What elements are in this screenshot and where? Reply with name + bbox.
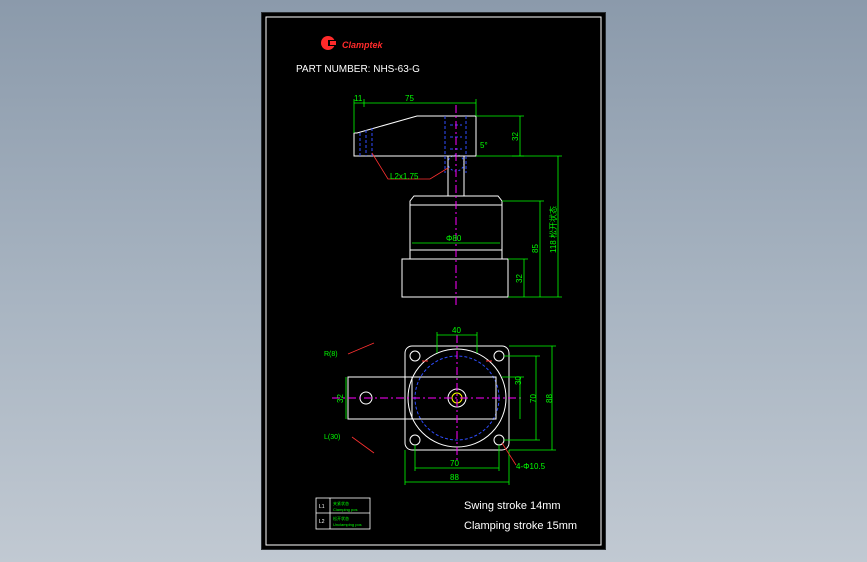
legend-code: L2 — [319, 519, 325, 525]
part-number: PART NUMBER: NHS-63-G — [296, 64, 420, 75]
brand-logo: Clamptek — [321, 36, 384, 50]
drawing-sheet: Clamptek PART NUMBER: NHS-63-G 11 75 32 … — [262, 13, 605, 549]
dim-arm-width: 32 — [336, 394, 345, 403]
legend-line2: Unclamping pos — [333, 522, 362, 527]
dim-bottom-inner: 70 — [450, 459, 459, 468]
dim-outer-v: 88 — [545, 394, 554, 403]
holes-callout: 4-Φ10.5 — [516, 462, 546, 471]
mount-hole — [409, 434, 421, 446]
dim-arm-height: 32 — [511, 132, 520, 141]
sheet-border — [265, 16, 602, 546]
dim-total: 118 松开状态 — [548, 206, 558, 253]
cad-viewport[interactable]: Clamptek PART NUMBER: NHS-63-G 11 75 32 … — [0, 0, 867, 562]
dim-top-a: 11 — [354, 94, 363, 103]
radius-upper: R(8) — [324, 351, 338, 358]
angle-label: 5° — [480, 141, 488, 150]
dim-hole-b: 70 — [529, 394, 538, 403]
legend-code: L1 — [319, 504, 325, 510]
legend-line1: 松开状态 — [333, 515, 349, 521]
drawing-canvas: Clamptek PART NUMBER: NHS-63-G 11 75 32 … — [265, 16, 602, 546]
clamping-stroke-note: Clamping stroke 15mm — [464, 520, 577, 532]
dim-hole-a: 30 — [514, 376, 523, 385]
body-diameter: Φ80 — [446, 234, 462, 243]
dim-plan-top: 40 — [452, 326, 461, 335]
swing-stroke-note: Swing stroke 14mm — [464, 500, 561, 512]
flange — [401, 258, 509, 298]
mount-hole — [409, 350, 421, 362]
mount-hole — [493, 350, 505, 362]
plan-view: 40 R(8) L(30) 32 30 70 88 70 88 4-Φ10.5 — [324, 326, 556, 485]
radius-lower: L(30) — [324, 434, 340, 441]
brand-name: Clamptek — [342, 40, 384, 50]
dim-flange: 32 — [515, 274, 524, 283]
thread-label: L2x1.75 — [390, 172, 419, 181]
legend-line1: 夹紧状态 — [333, 500, 349, 506]
side-view: 11 75 32 5° L2x1.75 118 松开状态 85 32 Φ80 — [353, 94, 562, 308]
legend-table: L1 夹紧状态 Clamping pos L2 松开状态 Unclamping … — [315, 497, 371, 530]
dim-body: 85 — [531, 244, 540, 253]
legend-line2: Clamping pos — [333, 507, 357, 512]
dim-top-b: 75 — [405, 94, 414, 103]
dim-bottom-outer: 88 — [450, 473, 459, 482]
